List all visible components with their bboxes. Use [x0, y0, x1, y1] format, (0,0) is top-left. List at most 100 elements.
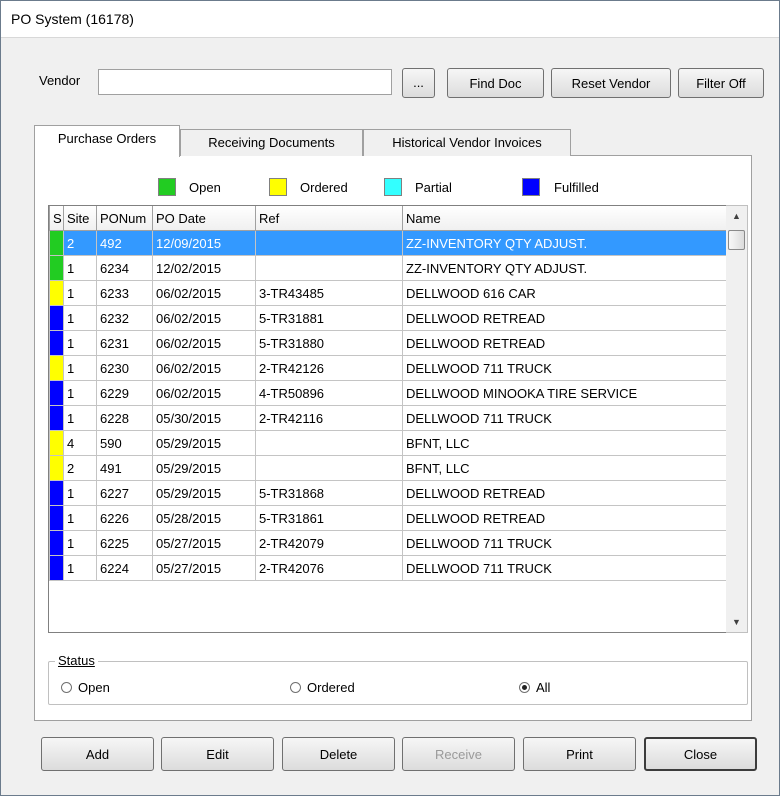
status-color-cell [49, 430, 64, 456]
ponum-cell: 6230 [96, 355, 153, 381]
status-color-cell [49, 330, 64, 356]
table-row[interactable]: 1 6225 05/27/2015 2-TR42079 DELLWOOD 711 TRU… [49, 530, 726, 556]
status-radio-all[interactable]: All [519, 680, 550, 695]
ref-cell: 5-TR31880 [255, 330, 403, 356]
site-cell: 2 [63, 230, 97, 256]
filter-off-button[interactable]: Filter Off [678, 68, 764, 98]
status-color-cell [49, 455, 64, 481]
legend-ordered-swatch [269, 178, 287, 196]
legend-fulfilled-label: Fulfilled [554, 180, 599, 195]
reset-vendor-button[interactable]: Reset Vendor [551, 68, 671, 98]
status-color-indicator [50, 381, 63, 405]
radio-ordered-indicator[interactable] [290, 682, 301, 693]
legend-fulfilled-swatch [522, 178, 540, 196]
po-date-cell: 06/02/2015 [152, 330, 256, 356]
print-button[interactable]: Print [523, 737, 636, 771]
table-row[interactable]: 2 492 12/09/2015 ZZ-INVENTORY QTY ADJUST. [49, 230, 726, 256]
column-header-po-date[interactable]: PO Date [152, 206, 256, 231]
po-date-cell: 05/29/2015 [152, 455, 256, 481]
column-header-ponum[interactable]: PONum [96, 206, 153, 231]
status-color-indicator [50, 281, 63, 305]
close-button[interactable]: Close [644, 737, 757, 771]
scroll-up-arrow-icon[interactable]: ▲ [726, 206, 747, 226]
site-cell: 1 [63, 330, 97, 356]
scroll-thumb[interactable] [728, 230, 745, 250]
site-cell: 1 [63, 355, 97, 381]
ponum-cell: 491 [96, 455, 153, 481]
title-bar: PO System (16178) [1, 1, 779, 38]
status-color-indicator [50, 431, 63, 455]
ref-cell: 5-TR31861 [255, 505, 403, 531]
status-color-indicator [50, 306, 63, 330]
ponum-cell: 590 [96, 430, 153, 456]
table-row[interactable]: 1 6232 06/02/2015 5-TR31881 DELLWOOD RETREAD [49, 305, 726, 331]
close-button-label: Close [683, 746, 718, 762]
radio-all-indicator[interactable] [519, 682, 530, 693]
legend-open-label: Open [189, 180, 221, 195]
purchase-orders-grid[interactable]: S Site PONum PO Date Ref Name 2 492 12/09/… [48, 205, 726, 633]
table-header-row: S Site PONum PO Date Ref Name [49, 206, 726, 231]
table-row[interactable]: 2 491 05/29/2015 BFNT, LLC [49, 455, 726, 481]
table-row[interactable]: 4 590 05/29/2015 BFNT, LLC [49, 430, 726, 456]
site-cell: 1 [63, 530, 97, 556]
add-button[interactable]: Add [41, 737, 154, 771]
scroll-down-arrow-icon[interactable]: ▼ [726, 612, 747, 632]
status-color-indicator [50, 481, 63, 505]
find-doc-button[interactable]: Find Doc [447, 68, 544, 98]
table-row[interactable]: 1 6224 05/27/2015 2-TR42076 DELLWOOD 711 TRU… [49, 555, 726, 581]
status-color-cell [49, 280, 64, 306]
name-cell: DELLWOOD RETREAD [402, 330, 726, 356]
po-date-cell: 05/28/2015 [152, 505, 256, 531]
po-date-cell: 06/02/2015 [152, 280, 256, 306]
tab-receiving-documents[interactable]: Receiving Documents [180, 129, 363, 156]
site-cell: 1 [63, 305, 97, 331]
name-cell: DELLWOOD RETREAD [402, 305, 726, 331]
status-color-indicator [50, 531, 63, 555]
po-date-cell: 05/27/2015 [152, 555, 256, 581]
ref-cell: 2-TR42079 [255, 530, 403, 556]
legend-partial-swatch [384, 178, 402, 196]
delete-button[interactable]: Delete [282, 737, 395, 771]
site-cell: 2 [63, 455, 97, 481]
status-radio-ordered[interactable]: Ordered [290, 680, 355, 695]
column-header-site[interactable]: Site [63, 206, 97, 231]
table-row[interactable]: 1 6228 05/30/2015 2-TR42116 DELLWOOD 711 TRU… [49, 405, 726, 431]
vendor-lookup-button[interactable]: ... [402, 68, 435, 98]
name-cell: DELLWOOD MINOOKA TIRE SERVICE [402, 380, 726, 406]
column-header-status[interactable]: S [49, 206, 64, 231]
status-color-cell [49, 380, 64, 406]
vendor-label: Vendor [39, 73, 81, 88]
table-row[interactable]: 1 6226 05/28/2015 5-TR31861 DELLWOOD RETREAD [49, 505, 726, 531]
status-color-cell [49, 530, 64, 556]
ponum-cell: 492 [96, 230, 153, 256]
table-row[interactable]: 1 6229 06/02/2015 4-TR50896 DELLWOOD MINOOKA… [49, 380, 726, 406]
radio-open-indicator[interactable] [61, 682, 72, 693]
status-radio-open[interactable]: Open [61, 680, 110, 695]
edit-button[interactable]: Edit [161, 737, 274, 771]
site-cell: 1 [63, 380, 97, 406]
print-button-label: Print [566, 746, 593, 762]
table-row[interactable]: 1 6231 06/02/2015 5-TR31880 DELLWOOD RETREAD [49, 330, 726, 356]
tab-historical-vendor-invoices[interactable]: Historical Vendor Invoices [363, 129, 571, 156]
table-row[interactable]: 1 6227 05/29/2015 5-TR31868 DELLWOOD RETREAD [49, 480, 726, 506]
name-cell: DELLWOOD 711 TRUCK [402, 355, 726, 381]
column-header-ref[interactable]: Ref [255, 206, 403, 231]
status-color-cell [49, 505, 64, 531]
name-cell: ZZ-INVENTORY QTY ADJUST. [402, 230, 726, 256]
column-header-name[interactable]: Name [402, 206, 726, 231]
tab-purchase-orders[interactable]: Purchase Orders [34, 125, 180, 157]
grid-vertical-scrollbar[interactable]: ▲ ▼ [726, 205, 748, 633]
add-button-label: Add [85, 746, 110, 762]
status-color-cell [49, 355, 64, 381]
table-row[interactable]: 1 6233 06/02/2015 3-TR43485 DELLWOOD 616 CAR [49, 280, 726, 306]
ponum-cell: 6229 [96, 380, 153, 406]
name-cell: DELLWOOD 711 TRUCK [402, 555, 726, 581]
ref-cell: 5-TR31868 [255, 480, 403, 506]
table-row[interactable]: 1 6234 12/02/2015 ZZ-INVENTORY QTY ADJUST. [49, 255, 726, 281]
po-date-cell: 05/29/2015 [152, 480, 256, 506]
ponum-cell: 6228 [96, 405, 153, 431]
name-cell: ZZ-INVENTORY QTY ADJUST. [402, 255, 726, 281]
table-row[interactable]: 1 6230 06/02/2015 2-TR42126 DELLWOOD 711 TRU… [49, 355, 726, 381]
name-cell: DELLWOOD 616 CAR [402, 280, 726, 306]
vendor-input[interactable] [98, 69, 392, 95]
